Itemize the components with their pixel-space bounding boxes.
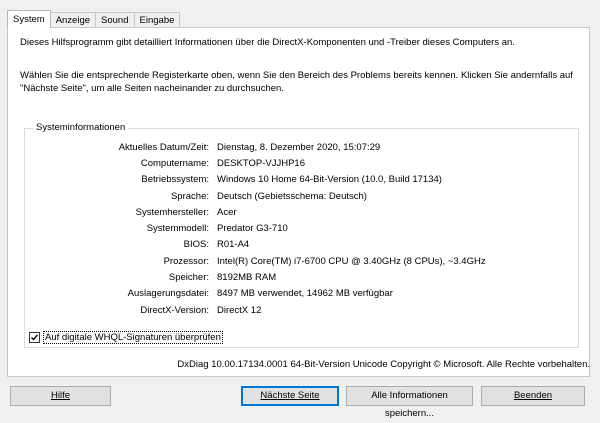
info-row-model: Systemmodell: Predator G3-710 [25, 220, 578, 236]
info-value: 8192MB RAM [217, 272, 277, 284]
intro-text-1: Dieses Hilfsprogramm gibt detailliert In… [20, 37, 515, 48]
exit-button[interactable]: Beenden [481, 386, 585, 406]
info-label: Systemhersteller: [135, 206, 209, 218]
info-label: Speicher: [168, 272, 209, 284]
next-page-button[interactable]: Nächste Seite [241, 386, 339, 406]
info-label: Prozessor: [163, 255, 209, 267]
exit-button-label: Beenden [513, 390, 553, 401]
info-label: DirectX-Version: [140, 304, 209, 316]
info-label: Auslagerungsdatei: [127, 288, 209, 300]
info-value: Windows 10 Home 64-Bit-Version (10.0, Bu… [217, 174, 442, 186]
info-label: BIOS: [183, 239, 209, 251]
tab-sound[interactable]: Sound [95, 12, 135, 28]
info-row-directx: DirectX-Version: DirectX 12 [25, 302, 578, 318]
info-row-processor: Prozessor: Intel(R) Core(TM) i7-6700 CPU … [25, 253, 578, 269]
info-value: 8497 MB verwendet, 14962 MB verfügbar [217, 288, 393, 300]
tab-anzeige[interactable]: Anzeige [49, 12, 97, 28]
info-row-language: Sprache: Deutsch (Gebietsschema: Deutsch) [25, 188, 578, 204]
intro-text-2: Wählen Sie die entsprechende Registerkar… [20, 70, 573, 94]
info-label: Aktuelles Datum/Zeit: [118, 141, 209, 153]
checkmark-icon [31, 334, 38, 341]
help-button[interactable]: Hilfe [10, 386, 111, 406]
info-value: Dienstag, 8. Dezember 2020, 15:07:29 [217, 141, 381, 153]
info-row-os: Betriebssystem: Windows 10 Home 64-Bit-Ve… [25, 172, 578, 188]
version-footer: DxDiag 10.00.17134.0001 64-Bit-Version U… [177, 359, 590, 370]
info-row-manufacturer: Systemhersteller: Acer [25, 204, 578, 220]
save-all-button-label: Alle Informationen speichern... [371, 390, 448, 419]
info-row-pagefile: Auslagerungsdatei: 8497 MB verwendet, 149… [25, 286, 578, 302]
system-info-legend: Systeminformationen [33, 122, 129, 133]
info-value: Deutsch (Gebietsschema: Deutsch) [217, 190, 367, 202]
info-row-memory: Speicher: 8192MB RAM [25, 269, 578, 285]
tab-eingabe[interactable]: Eingabe [133, 12, 181, 28]
info-label: Sprache: [170, 190, 209, 202]
info-row-datetime: Aktuelles Datum/Zeit: Dienstag, 8. Dezemb… [25, 139, 578, 155]
whql-checkbox[interactable]: Auf digitale WHQL-Signaturen überprüfen [29, 331, 223, 344]
system-info-group: Systeminformationen Aktuelles Datum/Zeit… [24, 122, 579, 348]
info-label: Computername: [140, 157, 209, 169]
info-value: DirectX 12 [217, 304, 262, 316]
help-button-label: Hilfe [50, 390, 70, 401]
info-value: R01-A4 [217, 239, 250, 251]
info-row-computername: Computername: DESKTOP-VJJHP16 [25, 155, 578, 171]
system-info-rows: Aktuelles Datum/Zeit: Dienstag, 8. Dezemb… [25, 139, 578, 318]
info-value: Intel(R) Core(TM) i7-6700 CPU @ 3.40GHz … [217, 255, 486, 267]
info-value: DESKTOP-VJJHP16 [217, 157, 305, 169]
save-all-button[interactable]: Alle Informationen speichern... [346, 386, 473, 419]
tab-bar: System Anzeige Sound Eingabe [7, 10, 181, 28]
info-row-bios: BIOS: R01-A4 [25, 237, 578, 253]
tab-panel-system: Dieses Hilfsprogramm gibt detailliert In… [7, 27, 590, 377]
info-value: Predator G3-710 [217, 223, 288, 235]
next-page-button-label: Nächste Seite [260, 390, 320, 401]
info-value: Acer [217, 206, 237, 218]
tab-system[interactable]: System [7, 10, 51, 28]
checkbox-box[interactable] [29, 332, 40, 343]
whql-checkbox-label[interactable]: Auf digitale WHQL-Signaturen überprüfen [43, 331, 223, 344]
info-label: Betriebssystem: [141, 174, 209, 186]
info-label: Systemmodell: [146, 223, 209, 235]
